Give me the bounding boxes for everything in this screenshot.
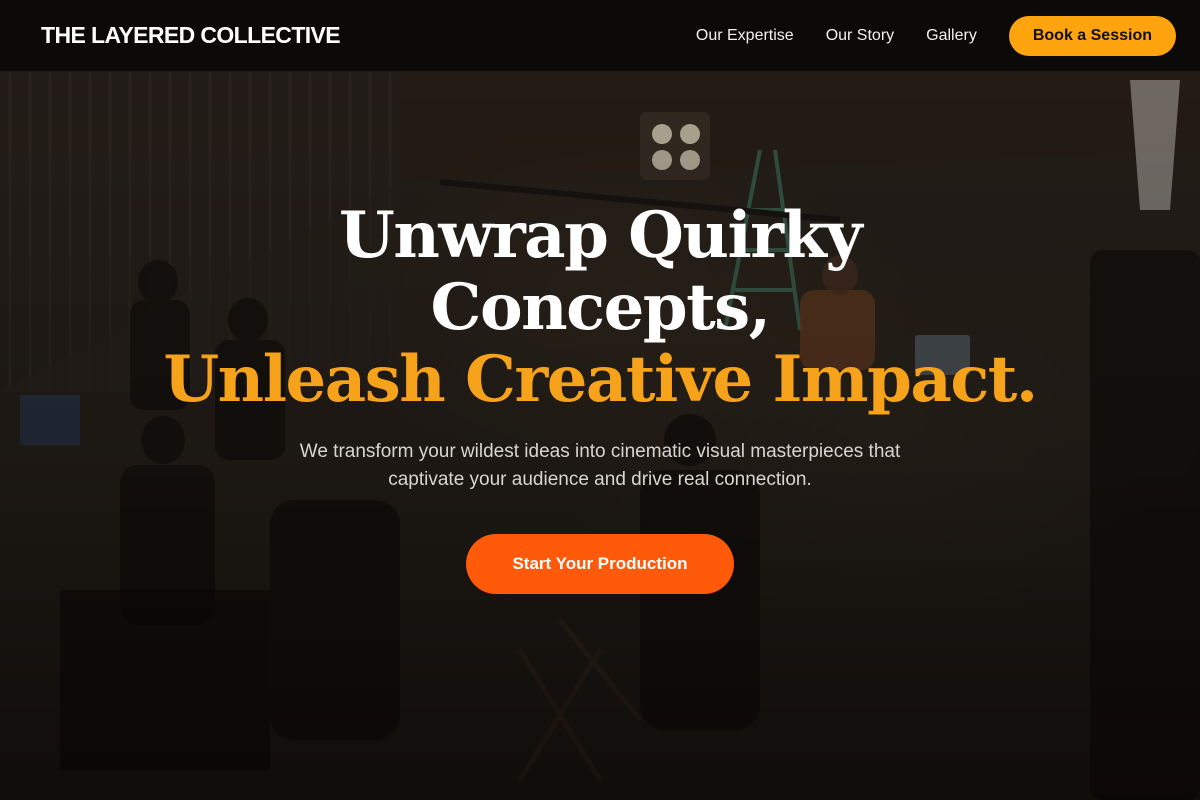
brand-logo[interactable]: THE LAYERED COLLECTIVE (41, 22, 341, 49)
site-header: THE LAYERED COLLECTIVE Our Expertise Our… (0, 0, 1200, 72)
nav-link-our-story[interactable]: Our Story (826, 27, 894, 45)
nav-link-our-expertise[interactable]: Our Expertise (696, 27, 794, 45)
hero-section: Unwrap Quirky Concepts, Unleash Creative… (0, 200, 1200, 594)
nav-link-gallery[interactable]: Gallery (926, 27, 977, 45)
hero-headline: Unwrap Quirky Concepts, Unleash Creative… (0, 200, 1200, 416)
book-session-button[interactable]: Book a Session (1008, 15, 1176, 56)
hero-subtext: We transform your wildest ideas into cin… (299, 441, 901, 490)
start-production-button[interactable]: Start Your Production (466, 534, 734, 594)
main-nav: Our Expertise Our Story Gallery Book a S… (696, 15, 1176, 56)
headline-line-2: Concepts, (430, 270, 771, 345)
headline-line-1: Unwrap Quirky (339, 198, 863, 273)
page: THE LAYERED COLLECTIVE Our Expertise Our… (0, 0, 1200, 800)
headline-accent: Unleash Creative Impact. (163, 342, 1038, 417)
